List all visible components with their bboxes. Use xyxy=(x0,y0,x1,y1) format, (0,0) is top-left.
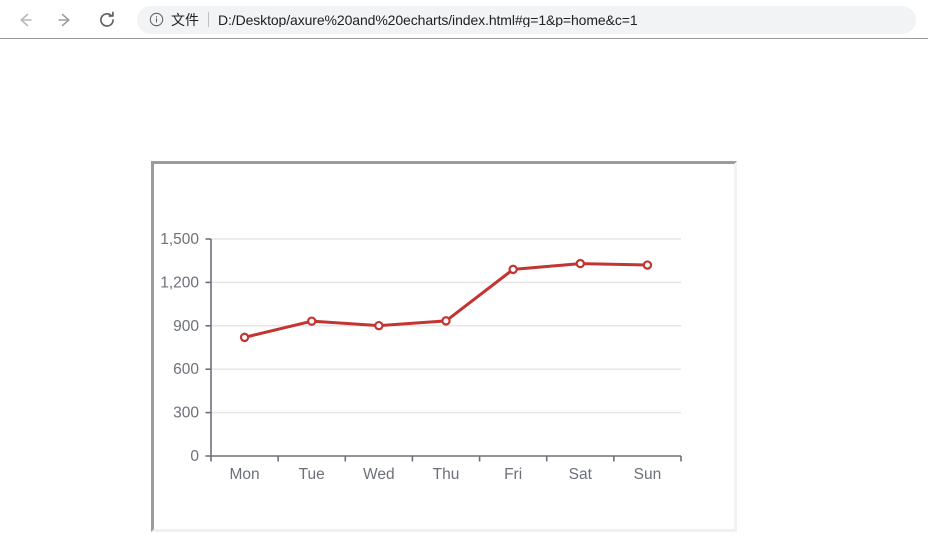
x-axis-tick-label: Fri xyxy=(504,466,522,483)
data-point-marker[interactable] xyxy=(508,264,518,275)
y-axis-tick-label: 1,200 xyxy=(160,274,199,291)
arrow-left-icon xyxy=(14,9,36,31)
x-axis-tick-label: Tue xyxy=(299,466,325,483)
data-point-marker[interactable] xyxy=(307,316,317,326)
back-button[interactable] xyxy=(8,3,42,37)
forward-button[interactable] xyxy=(48,3,82,37)
line-chart[interactable]: 0 300 600 900 1,200 1,500 Mon Tue Wed Thu Fri Sat Su… xyxy=(154,164,734,529)
browser-toolbar: 文件 D:/Desktop/axure%20and%20echarts/inde… xyxy=(0,0,928,39)
x-axis-tick-label: Thu xyxy=(433,466,460,483)
data-point-marker[interactable] xyxy=(575,258,585,269)
data-point-marker[interactable] xyxy=(374,320,384,331)
x-axis-tick-label: Sun xyxy=(634,466,662,483)
y-axis-tick-label: 0 xyxy=(190,448,199,465)
y-axis-tick-label: 1,500 xyxy=(160,231,199,248)
data-point-marker[interactable] xyxy=(441,316,451,326)
x-axis-tick-label: Sat xyxy=(569,466,593,483)
data-point-marker[interactable] xyxy=(642,260,653,270)
scheme-label: 文件 xyxy=(171,11,199,28)
chart-container: 0 300 600 900 1,200 1,500 Mon Tue Wed Thu Fri Sat Su… xyxy=(151,161,737,532)
omnibox-divider xyxy=(208,12,209,27)
url-text[interactable]: D:/Desktop/axure%20and%20echarts/index.h… xyxy=(218,13,638,27)
arrow-right-icon xyxy=(54,9,76,31)
address-bar[interactable]: 文件 D:/Desktop/axure%20and%20echarts/inde… xyxy=(137,5,916,34)
reload-icon xyxy=(96,9,118,31)
data-point-marker[interactable] xyxy=(239,332,250,343)
y-axis-tick-label: 300 xyxy=(173,405,199,422)
y-axis-tick-label: 600 xyxy=(173,361,199,378)
reload-button[interactable] xyxy=(90,3,124,37)
x-axis-tick-label: Mon xyxy=(229,466,259,483)
y-axis-tick-label: 900 xyxy=(173,318,199,335)
page-canvas: 0 300 600 900 1,200 1,500 Mon Tue Wed Thu Fri Sat Su… xyxy=(0,39,928,536)
x-axis-tick-label: Wed xyxy=(363,466,395,483)
info-circle-icon[interactable] xyxy=(148,12,164,28)
